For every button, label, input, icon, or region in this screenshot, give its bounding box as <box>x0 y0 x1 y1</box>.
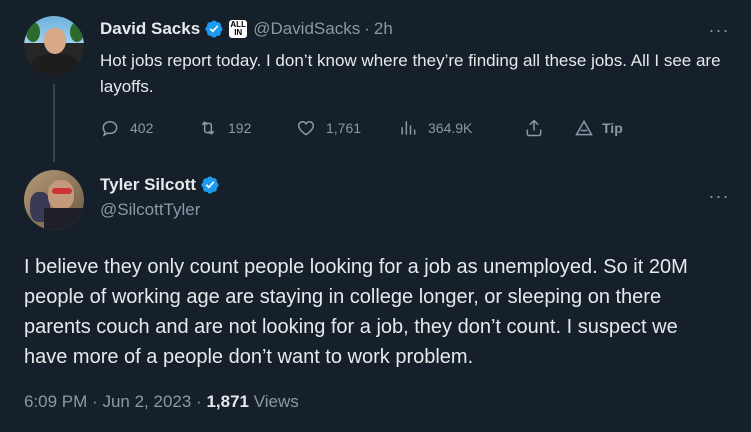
avatar-david-sacks[interactable] <box>24 16 84 76</box>
share-button[interactable] <box>524 116 554 140</box>
views-label: Views <box>253 392 299 411</box>
tweet-header: Tyler Silcott <box>100 174 220 196</box>
tweet-header: David Sacks ALL IN @DavidSacks · 2h <box>100 18 393 40</box>
views-count: 1,871 <box>206 392 249 411</box>
verified-icon[interactable] <box>204 19 224 39</box>
views-count: 364.9K <box>428 120 473 136</box>
share-icon <box>526 119 542 137</box>
author-handle[interactable]: @DavidSacks <box>253 19 360 39</box>
separator-dot: · <box>364 19 370 38</box>
author-handle[interactable]: @SilcottTyler <box>100 200 200 220</box>
tip-button[interactable]: Tip <box>574 116 623 140</box>
like-button[interactable]: 1,761 <box>296 116 361 140</box>
tweet-date[interactable]: Jun 2, 2023 <box>102 392 191 411</box>
retweet-count: 192 <box>228 120 252 136</box>
separator-dot: · <box>196 392 202 411</box>
views-button[interactable]: 364.9K <box>398 116 472 140</box>
retweet-icon <box>201 121 215 135</box>
reply-count: 402 <box>130 120 154 136</box>
author-name[interactable]: David Sacks <box>100 19 200 39</box>
parent-tweet[interactable]: David Sacks ALL IN @DavidSacks · 2h ··· … <box>0 0 751 162</box>
more-icon[interactable]: ··· <box>709 20 729 40</box>
reply-button[interactable]: 402 <box>100 116 153 140</box>
affiliate-badge[interactable]: ALL IN <box>229 20 248 38</box>
thread-line <box>53 84 55 162</box>
tip-icon <box>575 119 593 136</box>
author-name[interactable]: Tyler Silcott <box>100 175 196 195</box>
avatar-tyler-silcott[interactable] <box>24 170 84 230</box>
like-icon <box>297 120 315 136</box>
tweet-time[interactable]: 6:09 PM <box>24 392 87 411</box>
tweet-text: Hot jobs report today. I don’t know wher… <box>100 51 721 96</box>
tweet-time[interactable]: 2h <box>374 19 393 39</box>
like-count: 1,761 <box>326 120 362 136</box>
more-icon[interactable]: ··· <box>709 186 729 206</box>
separator-dot: · <box>92 392 98 411</box>
retweet-button[interactable]: 192 <box>198 116 251 140</box>
views-icon <box>401 121 416 135</box>
tweet-meta: 6:09 PM · Jun 2, 2023 · 1,871 Views <box>24 392 299 412</box>
tweet-actions: 402 192 1,761 364.9K Tip <box>100 116 740 140</box>
verified-icon[interactable] <box>200 175 220 195</box>
reply-icon <box>102 120 118 137</box>
tip-label: Tip <box>602 120 623 136</box>
tweet-text: I believe they only count people looking… <box>24 256 688 368</box>
focused-tweet[interactable]: Tyler Silcott @SilcottTyler ··· I believ… <box>0 156 751 432</box>
